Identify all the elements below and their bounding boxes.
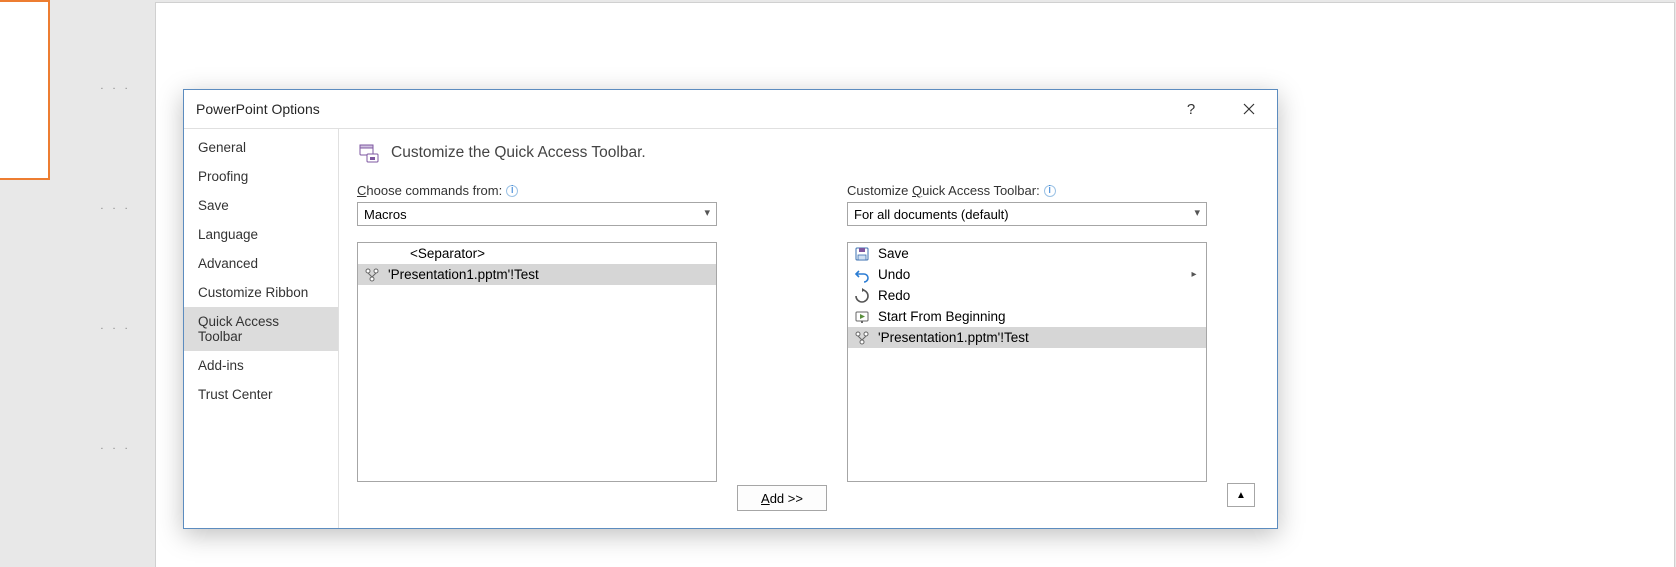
list-item-label: Save: [878, 246, 1200, 261]
close-icon: [1243, 103, 1255, 115]
info-icon[interactable]: i: [506, 185, 518, 197]
content-heading: Customize the Quick Access Toolbar.: [391, 144, 646, 162]
nav-item-advanced[interactable]: Advanced: [184, 249, 338, 278]
list-item[interactable]: Undo ▸: [848, 264, 1206, 285]
customize-qat-value: For all documents (default): [854, 207, 1009, 222]
list-item[interactable]: 'Presentation1.pptm'!Test: [848, 327, 1206, 348]
columns: Choose commands from: i Macros <Separato…: [357, 183, 1259, 523]
dialog-body: GeneralProofingSaveLanguageAdvancedCusto…: [184, 128, 1277, 528]
list-item-label: 'Presentation1.pptm'!Test: [878, 330, 1200, 345]
qat-icon: [357, 141, 381, 165]
nav-item-proofing[interactable]: Proofing: [184, 162, 338, 191]
list-item[interactable]: <Separator>: [358, 243, 716, 264]
options-nav: GeneralProofingSaveLanguageAdvancedCusto…: [184, 129, 339, 528]
undo-icon: [854, 267, 870, 283]
nav-item-quick-access-toolbar[interactable]: Quick Access Toolbar: [184, 307, 338, 351]
list-item-label: Start From Beginning: [878, 309, 1200, 324]
qat-listbox[interactable]: Save Undo ▸ Redo Start From Beginning 'Presen…: [847, 242, 1207, 482]
list-item-label: 'Presentation1.pptm'!Test: [388, 267, 710, 282]
reorder-buttons: ▲: [1223, 183, 1259, 523]
list-item-label: <Separator>: [410, 246, 710, 261]
redo-icon: [854, 288, 870, 304]
transfer-buttons: Add >>: [733, 183, 831, 523]
nav-item-customize-ribbon[interactable]: Customize Ribbon: [184, 278, 338, 307]
add-button[interactable]: Add >>: [737, 485, 827, 511]
move-up-button[interactable]: ▲: [1227, 483, 1255, 507]
nav-item-save[interactable]: Save: [184, 191, 338, 220]
nav-item-language[interactable]: Language: [184, 220, 338, 249]
titlebar-controls: ?: [1171, 93, 1269, 125]
choose-commands-value: Macros: [364, 207, 407, 222]
customize-qat-dropdown[interactable]: For all documents (default): [847, 202, 1207, 226]
commands-column: Choose commands from: i Macros <Separato…: [357, 183, 717, 482]
list-item[interactable]: Redo: [848, 285, 1206, 306]
macro-icon: [364, 267, 380, 283]
nav-item-trust-center[interactable]: Trust Center: [184, 380, 338, 409]
separator-icon: [386, 246, 402, 262]
macro-icon: [854, 330, 870, 346]
list-item[interactable]: 'Presentation1.pptm'!Test: [358, 264, 716, 285]
close-button[interactable]: [1229, 93, 1269, 125]
dialog-titlebar: PowerPoint Options ?: [184, 90, 1277, 128]
help-button[interactable]: ?: [1171, 93, 1211, 125]
info-icon[interactable]: i: [1044, 185, 1056, 197]
list-item-label: Undo: [878, 267, 1180, 282]
customize-qat-label: Customize Quick Access Toolbar: i: [847, 183, 1207, 198]
choose-commands-label: Choose commands from: i: [357, 183, 717, 198]
save-icon: [854, 246, 870, 262]
content-header: Customize the Quick Access Toolbar.: [357, 141, 1259, 165]
list-item[interactable]: Start From Beginning: [848, 306, 1206, 327]
slideshow-icon: [854, 309, 870, 325]
vertical-ruler: . . . . . . . . . . . .: [78, 0, 153, 560]
options-dialog: PowerPoint Options ? GeneralProofingSave…: [183, 89, 1278, 529]
list-item-label: Redo: [878, 288, 1200, 303]
nav-item-add-ins[interactable]: Add-ins: [184, 351, 338, 380]
slide-thumbnail[interactable]: [0, 0, 50, 180]
list-item[interactable]: Save: [848, 243, 1206, 264]
submenu-indicator-icon: ▸: [1188, 269, 1200, 280]
nav-item-general[interactable]: General: [184, 133, 338, 162]
commands-listbox[interactable]: <Separator> 'Presentation1.pptm'!Test: [357, 242, 717, 482]
dialog-title: PowerPoint Options: [196, 101, 320, 117]
content-pane: Customize the Quick Access Toolbar. Choo…: [339, 129, 1277, 528]
qat-column: Customize Quick Access Toolbar: i For al…: [847, 183, 1207, 482]
choose-commands-dropdown[interactable]: Macros: [357, 202, 717, 226]
